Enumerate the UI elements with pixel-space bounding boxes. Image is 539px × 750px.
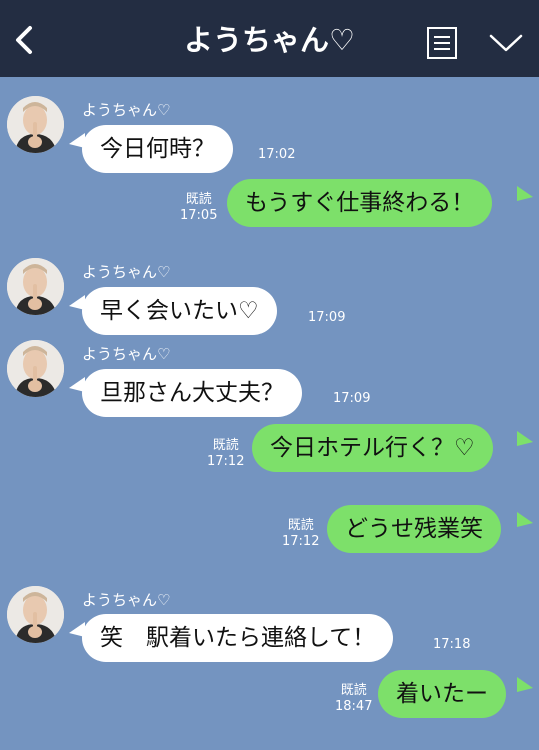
- read-label: 既読: [287, 518, 314, 533]
- menu-icon: [427, 27, 457, 59]
- message-bubble-outgoing[interactable]: 着いたー: [378, 670, 506, 718]
- avatar[interactable]: [7, 258, 64, 315]
- message-time: 17:09: [333, 391, 371, 406]
- message-time: 17:12: [282, 534, 320, 549]
- bubble-tail: [517, 512, 533, 527]
- bubble-tail: [517, 431, 533, 446]
- bubble-tail: [517, 186, 533, 201]
- message-bubble-incoming[interactable]: 旦那さん大丈夫？: [82, 369, 302, 417]
- message-time: 17:05: [180, 208, 218, 223]
- message-time: 17:18: [433, 637, 471, 652]
- message-bubble-outgoing[interactable]: もうすぐ仕事終わる！: [227, 179, 493, 227]
- message-time: 18:47: [335, 699, 373, 714]
- message-time: 17:09: [308, 310, 346, 325]
- sender-name: ようちゃん♡: [82, 263, 171, 281]
- message-time: 17:02: [258, 147, 296, 162]
- message-bubble-outgoing[interactable]: どうせ残業笑: [327, 505, 501, 553]
- sender-name: ようちゃん♡: [82, 591, 171, 609]
- bubble-tail: [517, 677, 533, 692]
- message-bubble-incoming[interactable]: 今日何時？: [82, 125, 233, 173]
- chat-header: ようちゃん♡: [0, 0, 539, 77]
- read-receipt: 既読 17:12: [207, 438, 244, 470]
- avatar[interactable]: [7, 586, 64, 643]
- chevron-down-icon: [489, 34, 523, 52]
- read-label: 既読: [185, 192, 212, 207]
- sender-name: ようちゃん♡: [82, 101, 171, 119]
- message-bubble-incoming[interactable]: 早く会いたい♡: [82, 287, 277, 335]
- menu-button[interactable]: [424, 24, 460, 62]
- avatar[interactable]: [7, 96, 64, 153]
- read-label: 既読: [340, 683, 367, 698]
- read-receipt: 既読 17:05: [180, 192, 217, 224]
- read-receipt: 既読 17:12: [282, 518, 319, 550]
- message-bubble-incoming[interactable]: 笑 駅着いたら連絡して！: [82, 614, 394, 662]
- sender-name: ようちゃん♡: [82, 345, 171, 363]
- read-receipt: 既読 18:47: [335, 683, 372, 715]
- avatar[interactable]: [7, 340, 64, 397]
- read-label: 既読: [212, 438, 239, 453]
- message-time: 17:12: [207, 454, 245, 469]
- message-bubble-outgoing[interactable]: 今日ホテル行く？♡: [252, 424, 493, 472]
- expand-button[interactable]: [486, 26, 526, 60]
